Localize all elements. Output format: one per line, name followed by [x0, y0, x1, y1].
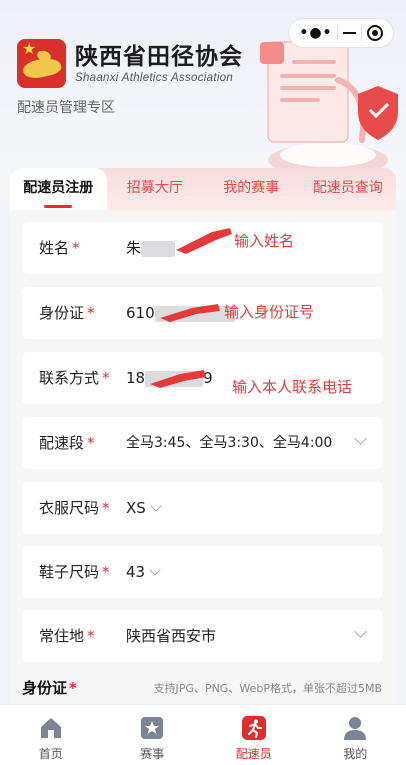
tab-my-events[interactable]: 我的赛事: [203, 168, 300, 210]
annotation-name: 输入姓名: [234, 232, 295, 250]
org-name-en: Shaanxi Athletics Association: [75, 72, 234, 84]
contact-label: 联系方式 *: [39, 369, 110, 387]
tabbar-pacer[interactable]: 配速员: [203, 705, 305, 765]
more-dots-icon[interactable]: •●•: [299, 25, 332, 41]
tab-recruit-hall[interactable]: 招募大厅: [107, 168, 204, 210]
annotation-contact: 输入本人联系电话: [232, 378, 353, 396]
residence-label: 常住地 *: [39, 627, 95, 645]
chevron-down-icon: [149, 564, 161, 576]
minus-icon[interactable]: [343, 32, 357, 34]
tabbar-label: 我的: [343, 747, 368, 761]
home-icon: [40, 718, 61, 738]
chevron-down-icon[interactable]: [354, 625, 367, 638]
tabbar-mine[interactable]: 我的: [305, 705, 406, 765]
tab-bar-top: 配速员注册 招募大厅 我的赛事 配速员查询: [10, 168, 396, 210]
tabbar-label: 首页: [38, 747, 63, 761]
target-icon[interactable]: [366, 25, 383, 41]
pace-field[interactable]: 配速段 * 全马3:45、全马3:30、全马4:00: [22, 417, 383, 469]
tabbar-label: 赛事: [140, 747, 165, 761]
tabbar-home[interactable]: 首页: [0, 705, 102, 765]
id-photo-section-title: 身份证 *: [22, 679, 77, 697]
residence-field[interactable]: 常住地 * 陕西省西安市: [22, 610, 383, 662]
tabbar-label: 配速员: [235, 747, 272, 761]
tab-label: 招募大厅: [126, 180, 183, 196]
tab-label: 配速员注册: [23, 180, 94, 196]
tab-pacer-register[interactable]: 配速员注册: [10, 168, 107, 210]
contact-input[interactable]: 18 9: [126, 368, 213, 388]
chevron-down-icon[interactable]: [354, 432, 367, 445]
user-icon: [344, 717, 367, 740]
pace-label: 配速段 *: [39, 434, 95, 452]
clothing-size-label: 衣服尺码 *: [39, 499, 110, 517]
shoe-size-label: 鞋子尺码 *: [39, 563, 110, 581]
pace-select-value: 全马3:45、全马3:30、全马4:00: [126, 435, 333, 451]
name-input[interactable]: 朱: [126, 238, 176, 258]
residence-select-value: 陕西省西安市: [126, 627, 217, 645]
bottom-tab-bar: 首页 赛事 配速员 我的: [0, 704, 406, 765]
id-photo-hint: 支持JPG、PNG、WebP格式，单张不超过5MB: [153, 682, 382, 695]
shoe-size-select[interactable]: 43: [126, 562, 161, 582]
org-name-cn: 陕西省田径协会: [75, 44, 243, 70]
runner-icon: [241, 716, 266, 740]
page-subtitle: 配速员管理专区: [17, 100, 115, 116]
id-card-label: 身份证 *: [39, 304, 95, 322]
id-card-input[interactable]: 610: [126, 303, 235, 323]
star-badge-icon: [141, 717, 164, 739]
tab-pacer-search[interactable]: 配速员查询: [300, 168, 397, 210]
tabbar-events[interactable]: 赛事: [102, 705, 204, 765]
id-card-field[interactable]: 身份证 * 610: [22, 287, 383, 339]
annotation-id-card: 输入身份证号: [224, 303, 315, 321]
clothing-size-select[interactable]: XS: [126, 498, 162, 518]
name-label: 姓名 *: [39, 239, 80, 257]
chevron-down-icon: [150, 500, 162, 512]
association-logo: ★: [17, 39, 66, 88]
miniprogram-capsule: •●•: [288, 18, 394, 48]
tab-label: 我的赛事: [223, 180, 280, 196]
name-field[interactable]: 姓名 * 朱: [22, 222, 383, 274]
clothing-size-field[interactable]: 衣服尺码 * XS: [22, 482, 383, 534]
active-tab-indicator: [44, 205, 73, 208]
shoe-size-field[interactable]: 鞋子尺码 * 43: [22, 546, 383, 598]
tab-label: 配速员查询: [312, 180, 383, 196]
